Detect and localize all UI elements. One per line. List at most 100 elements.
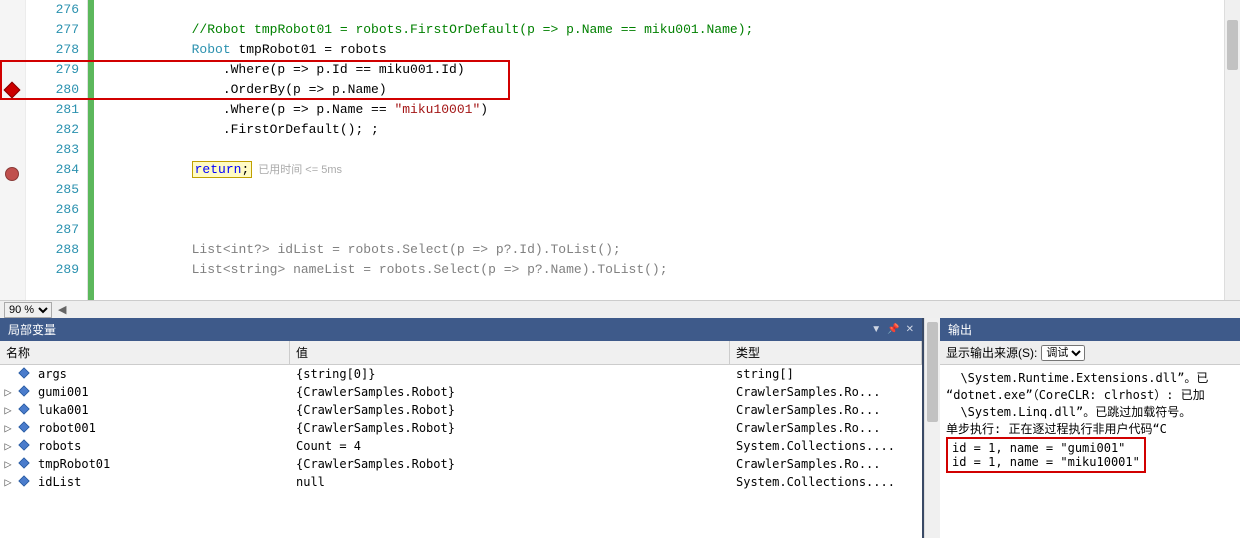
line-number: 277 <box>26 20 79 40</box>
var-value: Count = 4 <box>290 437 730 455</box>
var-value: {CrawlerSamples.Robot} <box>290 419 730 437</box>
locals-panel-title: 局部变量 <box>8 321 56 338</box>
var-name: luka001 <box>32 401 290 419</box>
line-number: 287 <box>26 220 79 240</box>
line-number-margin: 2762772782792802812822832842852862872882… <box>26 0 87 300</box>
var-value: {CrawlerSamples.Robot} <box>290 455 730 473</box>
line-number: 280 <box>26 80 79 100</box>
code-line[interactable]: .OrderBy(p => p.Name) <box>88 80 1224 100</box>
expand-icon[interactable]: ▷ <box>0 419 16 437</box>
line-number: 282 <box>26 120 79 140</box>
output-toolbar: 显示输出来源(S): 调试 <box>940 341 1240 365</box>
var-type: CrawlerSamples.Ro... <box>730 455 922 473</box>
breakpoint-margin[interactable] <box>0 0 26 300</box>
chevron-left-icon[interactable]: ◀ <box>58 303 66 316</box>
expand-icon[interactable]: ▷ <box>0 473 16 491</box>
variable-icon <box>16 419 32 437</box>
line-number: 281 <box>26 100 79 120</box>
zoom-select[interactable]: 90 % <box>4 302 52 318</box>
code-line[interactable]: List<string> nameList = robots.Select(p … <box>88 260 1224 280</box>
line-number: 276 <box>26 0 79 20</box>
dropdown-icon[interactable]: ▼ <box>871 324 881 335</box>
code-line[interactable]: return;已用时间 <= 5ms <box>88 160 1224 180</box>
output-source-select[interactable]: 调试 <box>1041 345 1085 361</box>
code-line[interactable]: List<int?> idList = robots.Select(p => p… <box>88 240 1224 260</box>
expand-icon[interactable]: ▷ <box>0 383 16 401</box>
var-name: idList <box>32 473 290 491</box>
code-line[interactable] <box>88 0 1224 20</box>
output-panel-title: 输出 <box>948 321 972 338</box>
variable-icon <box>16 437 32 455</box>
locals-header-name[interactable]: 名称 <box>0 341 290 364</box>
locals-row[interactable]: ▷ gumi001{CrawlerSamples.Robot}CrawlerSam… <box>0 383 922 401</box>
locals-header-type[interactable]: 类型 <box>730 341 922 364</box>
code-line[interactable] <box>88 140 1224 160</box>
code-line[interactable]: //Robot tmpRobot01 = robots.FirstOrDefau… <box>88 20 1224 40</box>
var-type: System.Collections.... <box>730 473 922 491</box>
output-content[interactable]: \System.Runtime.Extensions.dll”。已 “dotne… <box>940 365 1240 538</box>
locals-table: 名称 值 类型 args{string[0]}string[]▷gumi001{… <box>0 341 922 538</box>
variable-icon <box>16 473 32 491</box>
code-line[interactable] <box>88 180 1224 200</box>
var-name: gumi001 <box>32 383 290 401</box>
var-name: tmpRobot01 <box>32 455 290 473</box>
var-value: {string[0]} <box>290 365 730 383</box>
expand-icon[interactable] <box>0 365 16 383</box>
locals-row[interactable]: args{string[0]}string[] <box>0 365 922 383</box>
code-line[interactable]: .FirstOrDefault(); ; <box>88 120 1224 140</box>
variable-icon <box>16 383 32 401</box>
locals-row[interactable]: ▷ tmpRobot01{CrawlerSamples.Robot}Crawler… <box>0 455 922 473</box>
var-value: {CrawlerSamples.Robot} <box>290 383 730 401</box>
var-name: robot001 <box>32 419 290 437</box>
breakpoint-icon[interactable] <box>4 82 21 99</box>
locals-scrollbar[interactable] <box>924 318 940 538</box>
variable-icon <box>16 401 32 419</box>
zoom-bar: 90 % ◀ <box>0 300 1240 318</box>
code-content[interactable]: //Robot tmpRobot01 = robots.FirstOrDefau… <box>88 0 1224 300</box>
locals-panel-header[interactable]: 局部变量 ▼ 📌 ✕ <box>0 318 922 341</box>
line-number: 284 <box>26 160 79 180</box>
locals-row[interactable]: ▷ luka001{CrawlerSamples.Robot}CrawlerSam… <box>0 401 922 419</box>
var-type: CrawlerSamples.Ro... <box>730 401 922 419</box>
code-line[interactable]: Robot tmpRobot01 = robots <box>88 40 1224 60</box>
line-number: 286 <box>26 200 79 220</box>
code-line[interactable] <box>88 200 1224 220</box>
code-line[interactable] <box>88 220 1224 240</box>
current-statement-icon[interactable] <box>5 167 19 181</box>
output-panel: 输出 显示输出来源(S): 调试 \System.Runtime.Extensi… <box>940 318 1240 538</box>
var-type: System.Collections.... <box>730 437 922 455</box>
locals-panel: 局部变量 ▼ 📌 ✕ 名称 值 类型 args{string[0]}string… <box>0 318 924 538</box>
locals-row[interactable]: ▷ robotsCount = 4System.Collections.... <box>0 437 922 455</box>
output-highlight-box: id = 1, name = "gumi001" id = 1, name = … <box>946 437 1146 473</box>
var-type: CrawlerSamples.Ro... <box>730 419 922 437</box>
var-value: {CrawlerSamples.Robot} <box>290 401 730 419</box>
line-number: 288 <box>26 240 79 260</box>
output-source-label: 显示输出来源(S): <box>946 344 1037 361</box>
change-indicator <box>88 0 94 300</box>
expand-icon[interactable]: ▷ <box>0 437 16 455</box>
var-value: null <box>290 473 730 491</box>
line-number: 283 <box>26 140 79 160</box>
line-number: 289 <box>26 260 79 280</box>
line-number: 279 <box>26 60 79 80</box>
pin-icon[interactable]: 📌 <box>887 324 899 335</box>
var-name: robots <box>32 437 290 455</box>
variable-icon <box>16 365 32 383</box>
var-type: string[] <box>730 365 922 383</box>
expand-icon[interactable]: ▷ <box>0 455 16 473</box>
code-editor[interactable]: 2762772782792802812822832842852862872882… <box>0 0 1240 300</box>
line-number: 278 <box>26 40 79 60</box>
locals-row[interactable]: ▷ idListnullSystem.Collections.... <box>0 473 922 491</box>
expand-icon[interactable]: ▷ <box>0 401 16 419</box>
close-icon[interactable]: ✕ <box>906 324 914 335</box>
locals-header-value[interactable]: 值 <box>290 341 730 364</box>
line-number: 285 <box>26 180 79 200</box>
output-panel-header[interactable]: 输出 <box>940 318 1240 341</box>
var-name: args <box>32 365 290 383</box>
code-line[interactable]: .Where(p => p.Name == "miku10001") <box>88 100 1224 120</box>
editor-scrollbar[interactable] <box>1224 0 1240 300</box>
var-type: CrawlerSamples.Ro... <box>730 383 922 401</box>
locals-row[interactable]: ▷ robot001{CrawlerSamples.Robot}CrawlerSa… <box>0 419 922 437</box>
variable-icon <box>16 455 32 473</box>
code-line[interactable]: .Where(p => p.Id == miku001.Id) <box>88 60 1224 80</box>
